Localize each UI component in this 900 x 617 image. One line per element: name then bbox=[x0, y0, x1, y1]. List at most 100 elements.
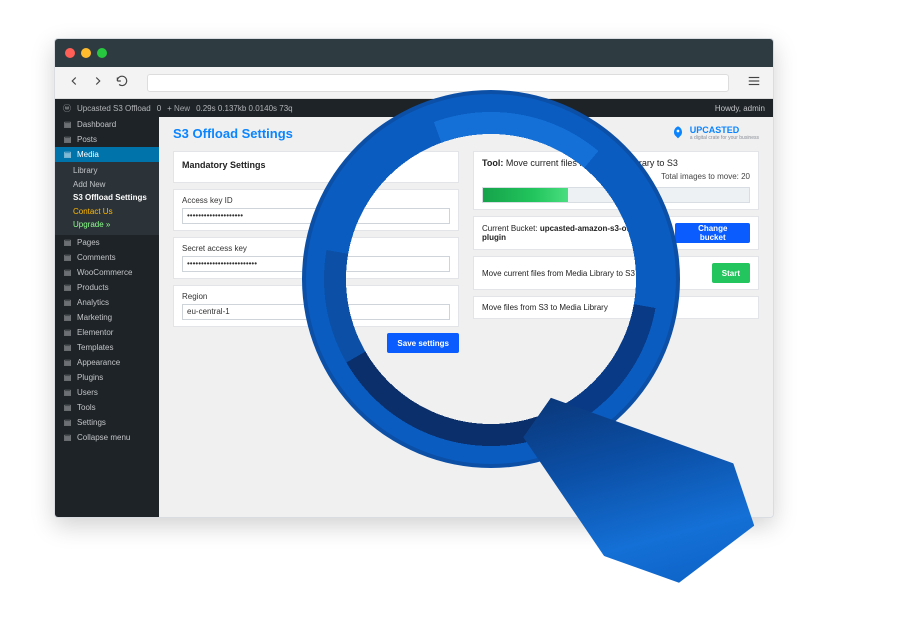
region-label: Region bbox=[182, 292, 450, 301]
save-settings-button[interactable]: Save settings bbox=[387, 333, 459, 353]
total-images-text: Total images to move: 20 bbox=[482, 172, 750, 181]
sidebar-item-label: Marketing bbox=[77, 313, 112, 322]
tool-title: Move current files from Media Library to… bbox=[506, 158, 678, 168]
sidebar-item-label: Pages bbox=[77, 238, 100, 247]
brand: UPCASTED a digital crate for your busine… bbox=[670, 125, 759, 141]
browser-window: ⓦ Upcasted S3 Offload 0 + New 0.29s 0.13… bbox=[54, 38, 774, 518]
sidebar-item-label: Posts bbox=[77, 135, 97, 144]
tool-prefix: Tool: bbox=[482, 158, 503, 168]
region-panel: Region eu-central-1 bbox=[173, 285, 459, 327]
sidebar-subitem-contact-us[interactable]: Contact Us bbox=[55, 205, 159, 219]
sidebar-item-label: Templates bbox=[77, 343, 113, 352]
sidebar-item-appearance[interactable]: ▤ Appearance bbox=[55, 355, 159, 370]
chart-icon: ▤ bbox=[63, 298, 72, 307]
wrench-icon: ▤ bbox=[63, 403, 72, 412]
secret-key-input[interactable]: ••••••••••••••••••••••••• bbox=[182, 256, 450, 272]
sidebar-item-label: Collapse menu bbox=[77, 433, 130, 442]
access-key-input[interactable]: •••••••••••••••••••• bbox=[182, 208, 450, 224]
move-from-s3-text: Move files from S3 to Media Library bbox=[482, 303, 750, 312]
sidebar-item-label: Products bbox=[77, 283, 109, 292]
sidebar-item-comments[interactable]: ▤Comments bbox=[55, 250, 159, 265]
url-bar[interactable] bbox=[147, 74, 729, 92]
sidebar-item-elementor[interactable]: ▤Elementor bbox=[55, 325, 159, 340]
brush-icon: ▤ bbox=[63, 358, 72, 367]
main-content: S3 Offload Settings UPCASTED a digital c… bbox=[159, 117, 773, 517]
users-icon: ▤ bbox=[63, 388, 72, 397]
move-to-s3-text: Move current files from Media Library to… bbox=[482, 269, 702, 278]
page-icon: ▤ bbox=[63, 238, 72, 247]
sidebar-item-tools[interactable]: ▤ Tools bbox=[55, 400, 159, 415]
sidebar-item-marketing[interactable]: ▤ Marketing bbox=[55, 310, 159, 325]
sidebar-submenu: LibraryAdd NewS3 Offload SettingsContact… bbox=[55, 162, 159, 235]
megaphone-icon: ▤ bbox=[63, 313, 72, 322]
sidebar-item-analytics[interactable]: ▤Analytics bbox=[55, 295, 159, 310]
region-input[interactable]: eu-central-1 bbox=[182, 304, 450, 320]
howdy-link[interactable]: Howdy, admin bbox=[715, 104, 765, 113]
sidebar-item-label: Dashboard bbox=[77, 120, 116, 129]
bucket-row: Current Bucket: upcasted-amazon-s3-offlo… bbox=[482, 224, 665, 242]
collapse-icon: ▤ bbox=[63, 433, 72, 442]
window-close-dot[interactable] bbox=[65, 48, 75, 58]
change-bucket-button[interactable]: Change bucket bbox=[675, 223, 750, 243]
mandatory-settings-panel: Mandatory Settings bbox=[173, 151, 459, 183]
move-to-s3-panel: Move current files from Media Library to… bbox=[473, 256, 759, 290]
reload-icon[interactable] bbox=[115, 74, 129, 91]
sidebar-item-settings[interactable]: ▤ Settings bbox=[55, 415, 159, 430]
brand-tagline: a digital crate for your business bbox=[690, 135, 759, 141]
sidebar-subitem-s3-offload-settings[interactable]: S3 Offload Settings bbox=[55, 191, 159, 205]
window-minimize-dot[interactable] bbox=[81, 48, 91, 58]
templates-icon: ▤ bbox=[63, 343, 72, 352]
sidebar-item-label: Settings bbox=[77, 418, 106, 427]
update-badge[interactable]: 0 bbox=[157, 104, 161, 113]
new-link[interactable]: + New bbox=[167, 104, 190, 113]
wp-admin-bar: ⓦ Upcasted S3 Offload 0 + New 0.29s 0.13… bbox=[55, 99, 773, 117]
sidebar-subitem-library[interactable]: Library bbox=[55, 164, 159, 178]
window-zoom-dot[interactable] bbox=[97, 48, 107, 58]
wp-sidebar: ▤ Dashboard ▤ Posts ▤ Media LibraryAdd NewS3 O… bbox=[55, 117, 159, 517]
rocket-icon bbox=[670, 125, 686, 141]
elementor-icon: ▤ bbox=[63, 328, 72, 337]
start-button[interactable]: Start bbox=[712, 263, 750, 283]
secret-key-label: Secret access key bbox=[182, 244, 450, 253]
woo-icon: ▤ bbox=[63, 268, 72, 277]
brand-name: UPCASTED bbox=[690, 125, 740, 135]
sidebar-item-label: Comments bbox=[77, 253, 116, 262]
browser-toolbar bbox=[55, 67, 773, 99]
pin-icon: ▤ bbox=[63, 135, 72, 144]
move-tool-panel: Tool: Move current files from Media Libr… bbox=[473, 151, 759, 210]
media-icon: ▤ bbox=[63, 150, 72, 159]
plug-icon: ▤ bbox=[63, 373, 72, 382]
tool-heading: Tool: Move current files from Media Libr… bbox=[482, 158, 750, 168]
sidebar-subitem-upgrade-[interactable]: Upgrade » bbox=[55, 218, 159, 232]
access-key-label: Access key ID bbox=[182, 196, 450, 205]
sliders-icon: ▤ bbox=[63, 418, 72, 427]
sidebar-item-label: Appearance bbox=[77, 358, 120, 367]
mandatory-heading: Mandatory Settings bbox=[182, 160, 450, 170]
sidebar-item-label: Tools bbox=[77, 403, 96, 412]
sidebar-item-templates[interactable]: ▤ Templates bbox=[55, 340, 159, 355]
site-name[interactable]: Upcasted S3 Offload bbox=[77, 104, 151, 113]
perf-stats: 0.29s 0.137kb 0.0140s 73q bbox=[196, 104, 293, 113]
menu-icon[interactable] bbox=[747, 74, 761, 91]
sidebar-item-users[interactable]: ▤Users bbox=[55, 385, 159, 400]
sidebar-item-woocommerce[interactable]: ▤WooCommerce bbox=[55, 265, 159, 280]
forward-icon[interactable] bbox=[91, 74, 105, 91]
sidebar-subitem-add-new[interactable]: Add New bbox=[55, 178, 159, 192]
move-from-s3-panel: Move files from S3 to Media Library bbox=[473, 296, 759, 319]
sidebar-item-dashboard[interactable]: ▤ Dashboard bbox=[55, 117, 159, 132]
sidebar-item-label: Media bbox=[77, 150, 99, 159]
wp-logo-icon[interactable]: ⓦ bbox=[63, 103, 71, 114]
page-title: S3 Offload Settings bbox=[173, 126, 293, 141]
bucket-label: Current Bucket: bbox=[482, 224, 538, 233]
sidebar-item-posts[interactable]: ▤ Posts bbox=[55, 132, 159, 147]
sidebar-item-media[interactable]: ▤ Media bbox=[55, 147, 159, 162]
sidebar-item-pages[interactable]: ▤ Pages bbox=[55, 235, 159, 250]
sidebar-item-collapse-menu[interactable]: ▤ Collapse menu bbox=[55, 430, 159, 445]
back-icon[interactable] bbox=[67, 74, 81, 91]
dashboard-icon: ▤ bbox=[63, 120, 72, 129]
access-key-panel: Access key ID •••••••••••••••••••• bbox=[173, 189, 459, 231]
window-titlebar bbox=[55, 39, 773, 67]
sidebar-item-products[interactable]: ▤ Products bbox=[55, 280, 159, 295]
sidebar-item-plugins[interactable]: ▤Plugins bbox=[55, 370, 159, 385]
box-icon: ▤ bbox=[63, 283, 72, 292]
